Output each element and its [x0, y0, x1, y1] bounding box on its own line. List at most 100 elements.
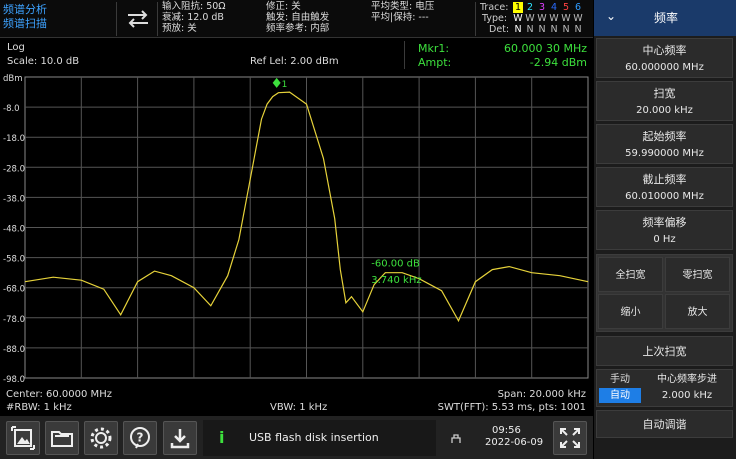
y-tick-label: -98.0	[3, 375, 25, 385]
trigger-text: 触发: 自由触发	[266, 12, 330, 23]
freq-ref-text: 频率参考: 内部	[266, 23, 330, 34]
y-tick-label: -48.0	[3, 225, 25, 235]
trace-det-5: N	[562, 24, 570, 35]
menu-title: 频率	[654, 11, 679, 25]
fullscreen-icon[interactable]	[553, 421, 587, 455]
menu-header[interactable]: ⌄ 频率	[594, 0, 736, 36]
submode-label[interactable]: 频谱扫描	[3, 18, 47, 29]
status-bar: 频谱分析 频谱扫描 输入阻抗: 50Ω 衰减: 12.0 dB 预放: 关 修正…	[0, 0, 593, 38]
vbw-readout: VBW: 1 kHz	[270, 402, 328, 413]
stop-freq-label: 截止频率	[642, 173, 687, 186]
marker-amplitude: -2.94 dBm	[529, 56, 587, 69]
marker-label: Mkr1:	[418, 42, 450, 55]
trace-det-2: N	[526, 24, 534, 35]
trace-number-5[interactable]: 5	[561, 2, 571, 13]
zero-span-button[interactable]: 零扫宽	[665, 257, 730, 292]
trace-type-6: W	[573, 13, 583, 24]
y-tick-label: -88.0	[3, 345, 25, 355]
svg-text:?: ?	[137, 431, 144, 445]
bottom-toolbar: ? i USB flash disk insertion 09:56 2022-…	[0, 416, 593, 459]
trace-label: Trace:	[480, 2, 509, 13]
spectrum-plot[interactable]: dBm -8.0 -18.0 -28.0 -38.0 -48.0 -58.0 -68.0 -78…	[0, 71, 593, 387]
status-message: USB flash disk insertion	[249, 431, 379, 444]
start-freq-label: 起始频率	[642, 130, 687, 143]
folder-icon[interactable]	[45, 421, 79, 455]
full-span-button[interactable]: 全扫宽	[598, 257, 663, 292]
softkey-panel: ⌄ 频率 中心频率 60.000000 MHz 扫宽 20.000 kHz 起始…	[594, 0, 736, 459]
trace-number-2[interactable]: 2	[525, 2, 535, 13]
y-tick-label: -68.0	[3, 285, 25, 295]
center-freq-readout: Center: 60.0000 MHz	[6, 389, 112, 400]
ref-level[interactable]: Ref Lel: 2.00 dBm	[250, 57, 339, 67]
trace-number-1[interactable]: 1	[513, 2, 523, 13]
trace-det-3: N	[538, 24, 546, 35]
rbw-readout: #RBW: 1 kHz	[6, 402, 72, 413]
avg-type-text: 平均类型: 电压	[371, 1, 435, 12]
y-tick-label: -28.0	[3, 164, 25, 174]
last-span-label: 上次扫宽	[642, 345, 687, 358]
start-freq-button[interactable]: 起始频率 59.990000 MHz	[596, 124, 733, 164]
trace-type-5: W	[561, 13, 571, 24]
auto-option[interactable]: 自动	[599, 388, 641, 403]
trace-type-1: W	[513, 13, 523, 24]
det-label: Det:	[489, 24, 510, 35]
y-tick-label: -58.0	[3, 255, 25, 265]
message-area: i USB flash disk insertion	[203, 420, 436, 456]
center-step-label: 中心频率步进	[657, 374, 717, 385]
span-readout: Span: 20.000 kHz	[497, 389, 586, 400]
auto-tune-label: 自动调谐	[642, 418, 687, 431]
marker-frequency: 60.000 30 MHz	[503, 42, 587, 55]
trace-type-2: W	[525, 13, 535, 24]
avg-hold-text: 平均|保持: ---	[371, 12, 429, 23]
stop-freq-value: 60.010000 MHz	[625, 191, 704, 202]
auto-tune-button[interactable]: 自动调谐	[596, 410, 733, 438]
start-freq-value: 59.990000 MHz	[625, 148, 704, 159]
y-tick-label: -8.0	[3, 104, 20, 114]
center-freq-value: 60.000000 MHz	[625, 62, 704, 73]
stop-freq-button[interactable]: 截止频率 60.010000 MHz	[596, 167, 733, 207]
impedance-text: 输入阻抗: 50Ω	[162, 1, 226, 12]
delta-frequency-label: 3.740 kHz	[371, 275, 421, 286]
center-freq-label: 中心频率	[642, 44, 687, 57]
marker-number-label: 1	[282, 80, 288, 90]
span-value: 20.000 kHz	[636, 105, 693, 116]
type-label: Type:	[482, 13, 508, 24]
network-icon	[449, 430, 463, 444]
info-icon: i	[219, 428, 225, 447]
freq-offset-button[interactable]: 频率偏移 0 Hz	[596, 210, 733, 250]
freq-offset-label: 频率偏移	[642, 216, 687, 229]
spectrum-chart[interactable]: dBm -8.0 -18.0 -28.0 -38.0 -48.0 -58.0 -68.0 -78…	[0, 71, 593, 387]
span-label: 扫宽	[653, 87, 676, 100]
trace-number-3[interactable]: 3	[537, 2, 547, 13]
y-tick-label: -78.0	[3, 315, 25, 325]
help-icon[interactable]: ?	[123, 421, 157, 455]
center-step-button[interactable]: 手动 自动 中心频率步进 2.000 kHz	[596, 369, 733, 407]
center-step-value: 2.000 kHz	[661, 390, 713, 401]
manual-option[interactable]: 手动	[599, 372, 641, 387]
span-button[interactable]: 扫宽 20.000 kHz	[596, 81, 733, 121]
trace-det-1: N	[514, 24, 522, 35]
ampt-label: Ampt:	[418, 56, 452, 69]
preamp-text: 预放: 关	[162, 23, 197, 34]
y-tick-label: -38.0	[3, 194, 25, 204]
mode-label[interactable]: 频谱分析	[3, 4, 47, 15]
delta-amplitude-label: -60.00 dB	[371, 259, 420, 270]
scale-value[interactable]: Scale: 10.0 dB	[7, 57, 79, 67]
center-freq-button[interactable]: 中心频率 60.000000 MHz	[596, 38, 733, 78]
correction-text: 修正: 关	[266, 1, 301, 12]
info-header: Log Scale: 10.0 dB Ref Lel: 2.00 dBm Mkr…	[0, 39, 593, 71]
trace-number-6[interactable]: 6	[573, 2, 583, 13]
settings-gear-icon[interactable]	[84, 421, 118, 455]
trace-number-4[interactable]: 4	[549, 2, 559, 13]
last-span-button[interactable]: 上次扫宽	[596, 336, 733, 366]
download-icon[interactable]	[163, 421, 197, 455]
clock-date: 2022-06-09	[485, 437, 544, 448]
chevron-down-icon[interactable]: ⌄	[606, 10, 616, 22]
zoom-in-button[interactable]: 缩小	[598, 294, 663, 329]
zoom-out-button[interactable]: 放大	[665, 294, 730, 329]
scale-type: Log	[7, 42, 25, 53]
swap-icon[interactable]	[124, 6, 152, 32]
sweep-time-readout: SWT(FFT): 5.53 ms, pts: 1001	[437, 402, 586, 413]
screenshot-icon[interactable]	[6, 421, 40, 455]
trace-type-4: W	[549, 13, 559, 24]
